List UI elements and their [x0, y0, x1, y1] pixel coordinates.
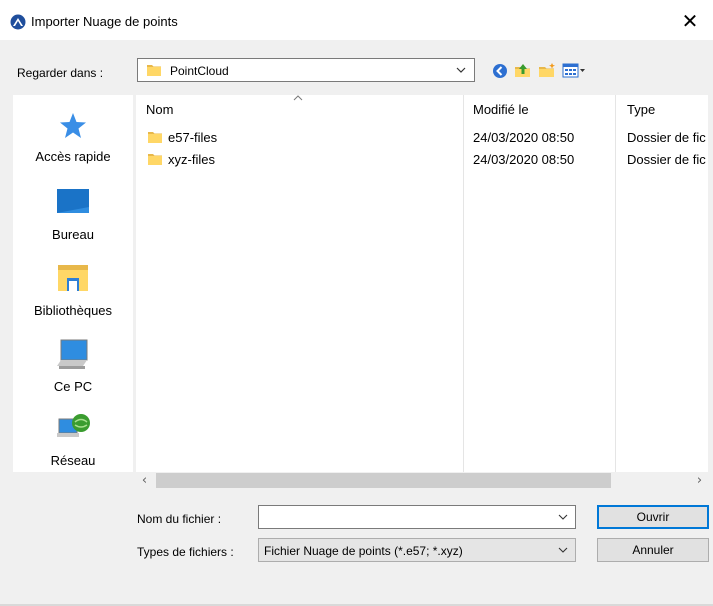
column-header-modified[interactable]: Modifié le: [473, 102, 529, 117]
libraries-icon: [58, 265, 88, 291]
desktop-icon: [57, 189, 89, 213]
cancel-button[interactable]: Annuler: [597, 538, 709, 562]
close-button[interactable]: ✕: [670, 6, 710, 36]
file-modified: 24/03/2020 08:50: [473, 152, 575, 167]
file-row[interactable]: xyz-files 24/03/2020 08:50 Dossier de fi…: [136, 149, 708, 170]
title-bar: Importer Nuage de points ✕: [0, 0, 713, 40]
places-bar: Accès rapide Bureau Bibliothèques Ce PC: [13, 95, 133, 472]
file-row[interactable]: e57-files 24/03/2020 08:50 Dossier de fi…: [136, 127, 708, 148]
chevron-down-icon[interactable]: [557, 544, 569, 556]
chevron-down-icon[interactable]: [452, 61, 470, 79]
filetype-label: Types de fichiers :: [137, 545, 234, 559]
app-icon: [10, 14, 26, 30]
filetype-value: Fichier Nuage de points (*.e57; *.xyz): [264, 544, 463, 558]
lookin-label: Regarder dans :: [17, 66, 104, 80]
chevron-down-icon[interactable]: [557, 511, 569, 523]
file-modified: 24/03/2020 08:50: [473, 130, 575, 145]
file-name: e57-files: [168, 130, 218, 145]
computer-icon: [57, 339, 88, 369]
place-this-pc[interactable]: Ce PC: [13, 335, 133, 410]
folder-icon: [148, 154, 162, 165]
view-menu-icon[interactable]: [561, 61, 587, 81]
place-quick-access[interactable]: Accès rapide: [13, 105, 133, 180]
place-desktop[interactable]: Bureau: [13, 183, 133, 258]
scroll-thumb[interactable]: [156, 473, 611, 488]
star-icon: [60, 113, 86, 138]
filename-label: Nom du fichier :: [137, 512, 222, 526]
horizontal-scrollbar[interactable]: ‹ ›: [136, 472, 708, 489]
file-type: Dossier de fic: [627, 130, 706, 145]
column-header-name[interactable]: Nom: [146, 102, 173, 117]
window-title: Importer Nuage de points: [31, 14, 178, 29]
folder-icon: [148, 132, 162, 143]
open-button[interactable]: Ouvrir: [597, 505, 709, 529]
sort-up-icon: [293, 95, 303, 101]
lookin-value: PointCloud: [170, 64, 229, 78]
place-network[interactable]: Réseau: [13, 409, 133, 484]
back-icon[interactable]: [490, 61, 510, 81]
place-label: Accès rapide: [35, 149, 111, 164]
place-label: Bureau: [52, 227, 94, 242]
place-label: Bibliothèques: [33, 303, 113, 318]
file-name: xyz-files: [168, 152, 215, 167]
filetype-select[interactable]: Fichier Nuage de points (*.e57; *.xyz): [258, 538, 576, 562]
place-label: Ce PC: [53, 379, 93, 394]
new-folder-icon[interactable]: [537, 61, 557, 81]
up-folder-icon[interactable]: [513, 61, 533, 81]
scroll-right-button[interactable]: ›: [691, 472, 708, 489]
place-libraries[interactable]: Bibliothèques: [13, 259, 133, 334]
filename-input[interactable]: [258, 505, 576, 529]
scroll-left-button[interactable]: ‹: [136, 472, 153, 489]
column-header-type[interactable]: Type: [627, 102, 655, 117]
file-list[interactable]: Nom Modifié le Type e57-files 24/03/2020…: [136, 95, 708, 472]
lookin-dropdown[interactable]: PointCloud: [137, 58, 475, 82]
network-icon: [57, 414, 90, 437]
folder-icon: [147, 65, 161, 76]
file-type: Dossier de fic: [627, 152, 706, 167]
place-label: Réseau: [50, 453, 96, 468]
